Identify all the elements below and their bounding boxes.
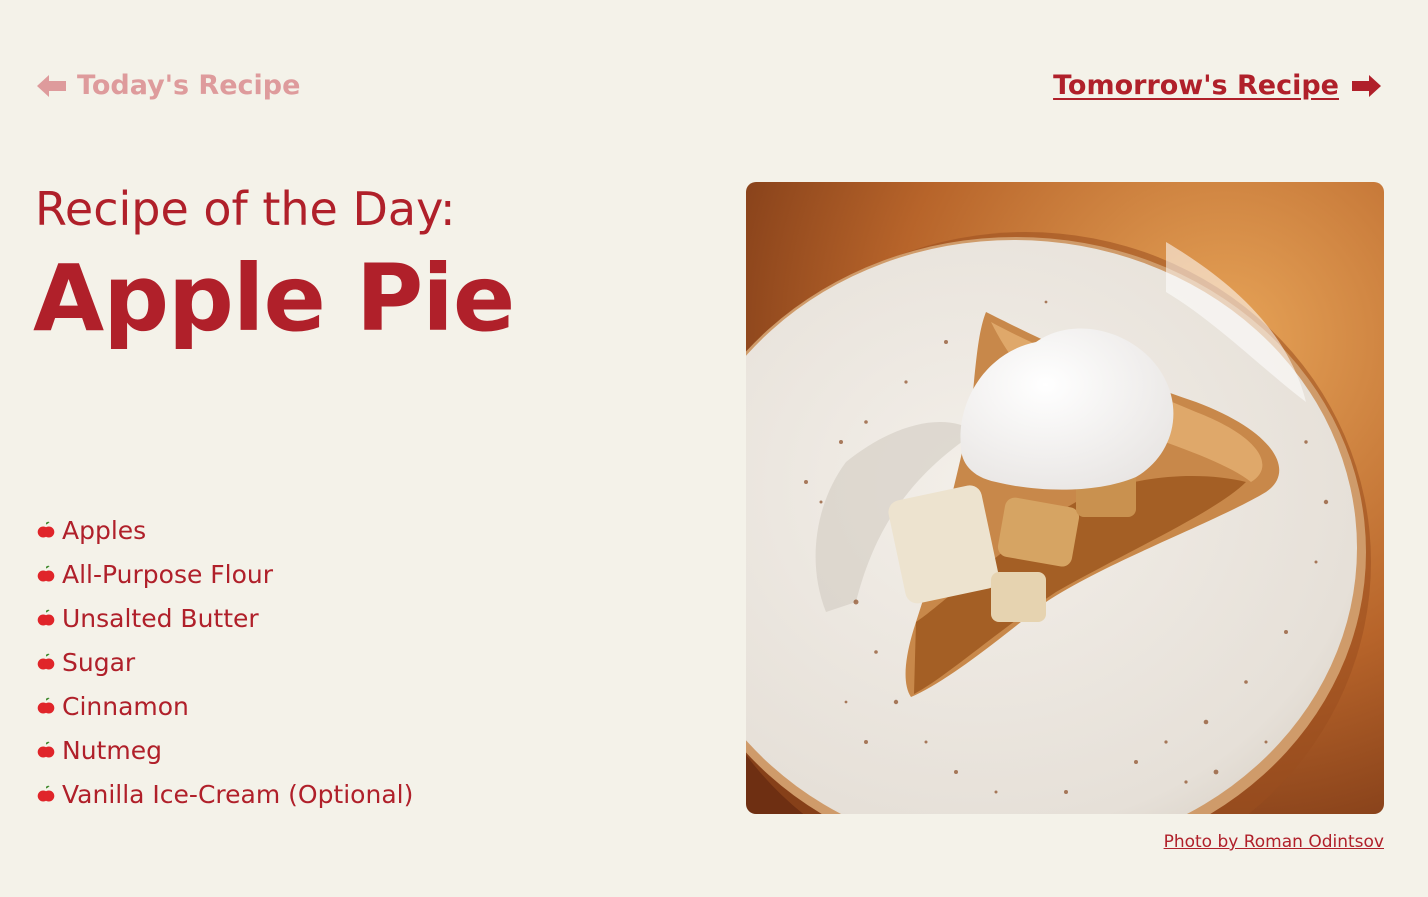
ingredient-item: Vanilla Ice-Cream (Optional) [37, 772, 413, 816]
tomorrows-recipe-link[interactable]: Tomorrow's Recipe [1053, 70, 1381, 101]
ingredient-label: Cinnamon [62, 691, 189, 721]
apple-icon [37, 692, 55, 721]
ingredient-label: Vanilla Ice-Cream (Optional) [62, 779, 414, 809]
arrow-right-icon [1351, 74, 1381, 98]
ingredient-label: Sugar [62, 647, 136, 677]
apple-pie-photo [746, 182, 1384, 814]
recipe-subtitle: Recipe of the Day: [35, 182, 456, 236]
tomorrows-recipe-label: Tomorrow's Recipe [1053, 70, 1339, 101]
ingredients-list: Apples All-Purpose Flour Unsalted Butter… [37, 508, 413, 816]
todays-recipe-link[interactable]: Today's Recipe [37, 70, 300, 101]
ingredient-item: Apples [37, 508, 413, 552]
apple-icon [37, 736, 55, 765]
ingredient-item: Sugar [37, 640, 413, 684]
apple-icon [37, 560, 55, 589]
recipe-title: Apple Pie [33, 245, 515, 352]
ingredient-item: Nutmeg [37, 728, 413, 772]
ingredient-label: Unsalted Butter [62, 603, 259, 633]
ingredient-label: All-Purpose Flour [62, 559, 274, 589]
todays-recipe-label: Today's Recipe [77, 70, 301, 101]
ingredient-label: Nutmeg [62, 735, 162, 765]
ingredient-item: Cinnamon [37, 684, 413, 728]
ingredient-item: Unsalted Butter [37, 596, 413, 640]
arrow-left-icon [37, 74, 67, 98]
apple-icon [37, 648, 55, 677]
ingredient-item: All-Purpose Flour [37, 552, 413, 596]
apple-icon [37, 780, 55, 809]
photo-credit-link[interactable]: Photo by Roman Odintsov [1164, 832, 1384, 852]
ingredient-label: Apples [62, 515, 147, 545]
recipe-page: Today's Recipe Tomorrow's Recipe Recipe … [0, 0, 1428, 897]
apple-icon [37, 516, 55, 545]
apple-icon [37, 604, 55, 633]
